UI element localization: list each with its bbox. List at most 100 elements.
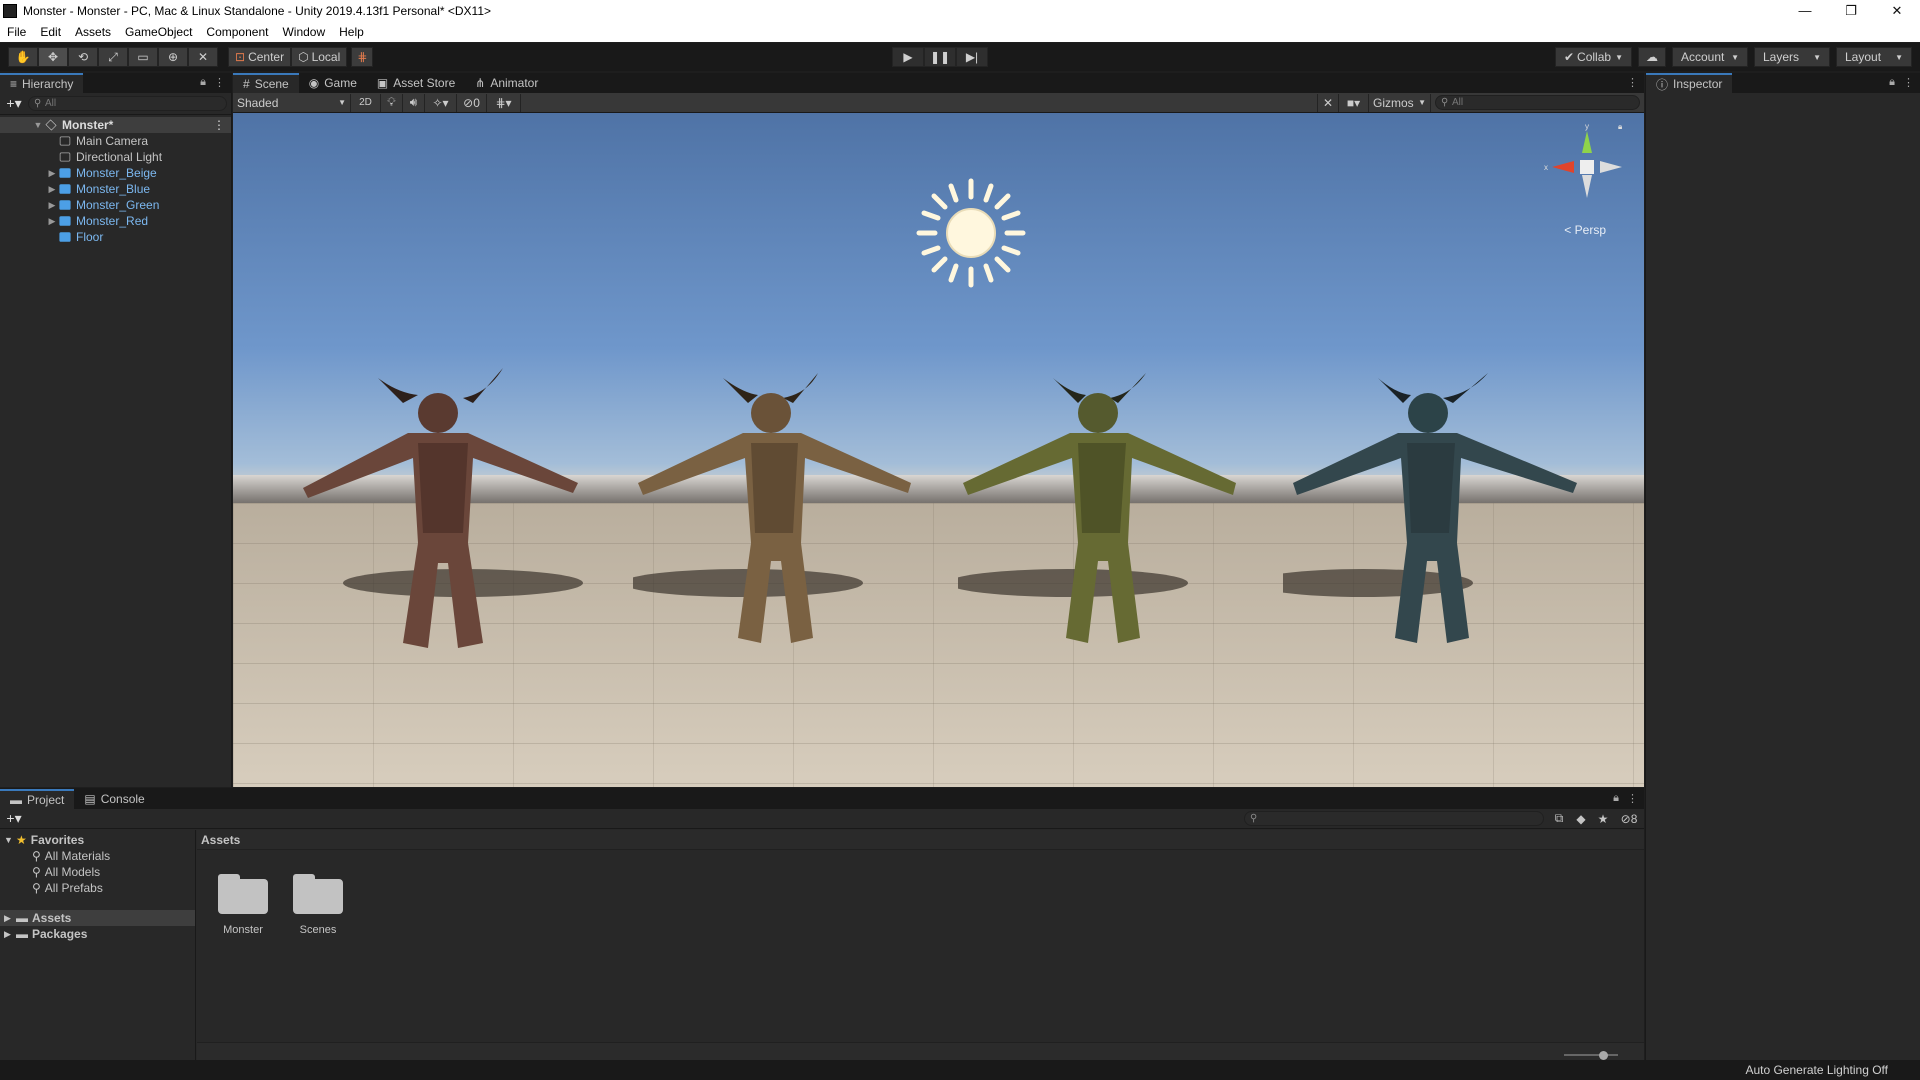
shading-mode-dropdown[interactable]: Shaded ▼ (233, 93, 351, 112)
expand-arrow-icon[interactable]: ▶ (46, 168, 58, 179)
hierarchy-item-monster-green[interactable]: ▶ Monster_Green (0, 197, 231, 213)
orientation-gizmo[interactable]: y x 🔒︎ (1542, 123, 1632, 233)
lock-icon[interactable]: 🔒︎ (1889, 76, 1895, 89)
layers-dropdown[interactable]: Layers ▼ (1754, 47, 1830, 67)
create-asset-dropdown[interactable]: +▾ (0, 810, 28, 827)
tab-console[interactable]: ▤ Console (74, 789, 154, 809)
favorites-star-icon[interactable]: ★ (1592, 812, 1614, 826)
search-by-label-icon[interactable]: ◆ (1570, 812, 1592, 826)
menu-gameobject[interactable]: GameObject (118, 25, 199, 39)
tab-asset-store[interactable]: ▣ Asset Store (367, 73, 465, 93)
camera-settings-icon[interactable]: ■▾ (1339, 93, 1369, 112)
grid-snap-icon[interactable]: ⋕ (351, 47, 374, 67)
close-button[interactable]: ✕ (1874, 0, 1920, 22)
hierarchy-search-input[interactable]: All (28, 96, 227, 111)
expand-arrow-icon[interactable]: ▶ (4, 913, 16, 924)
tab-game[interactable]: ◉ Game (299, 73, 367, 93)
account-dropdown[interactable]: Account ▼ (1672, 47, 1748, 67)
hierarchy-item-monster-blue[interactable]: ▶ Monster_Blue (0, 181, 231, 197)
lock-icon[interactable]: 🔒︎ (1613, 792, 1619, 805)
hierarchy-item-directional-light[interactable]: Directional Light (0, 149, 231, 165)
favorites-row[interactable]: ▼ ★ Favorites (0, 832, 195, 848)
step-button-icon[interactable]: ▶| (956, 47, 988, 67)
scene-root-row[interactable]: ▼ Monster* ⋮ (0, 117, 231, 133)
monster-blue-model[interactable] (1283, 333, 1583, 673)
collab-button[interactable]: ✔ Collab ▼ (1554, 47, 1632, 67)
folder-assets[interactable]: ▶ ▬ Assets (0, 910, 195, 926)
expand-arrow-icon[interactable]: ▶ (46, 184, 58, 195)
scale-tool-icon[interactable]: ⤢ (98, 47, 128, 67)
pivot-local-button[interactable]: ⬡ Local (291, 47, 348, 67)
menu-window[interactable]: Window (275, 25, 332, 39)
rect-tool-icon[interactable]: ▭ (128, 47, 158, 67)
expand-arrow-icon[interactable]: ▶ (46, 200, 58, 211)
hierarchy-item-main-camera[interactable]: Main Camera (0, 133, 231, 149)
perspective-toggle[interactable]: < Persp (1564, 223, 1606, 237)
hierarchy-item-floor[interactable]: Floor (0, 229, 231, 245)
gizmo-lock-icon[interactable]: 🔒︎ (1618, 123, 1622, 131)
tab-project[interactable]: ▬ Project (0, 789, 75, 809)
hidden-packages-toggle[interactable]: ⊘8 (1614, 812, 1644, 826)
hierarchy-item-monster-red[interactable]: ▶ Monster_Red (0, 213, 231, 229)
layout-dropdown[interactable]: Layout ▼ (1836, 47, 1912, 67)
directional-light-icon[interactable] (911, 173, 1031, 293)
expand-arrow-icon[interactable]: ▼ (4, 835, 16, 845)
scene-viewport[interactable]: y x 🔒︎ < Persp (233, 113, 1644, 787)
minimize-button[interactable]: — (1782, 0, 1828, 22)
hand-tool-icon[interactable]: ✋ (8, 47, 38, 67)
lighting-status[interactable]: Auto Generate Lighting Off (1745, 1063, 1888, 1077)
move-tool-icon[interactable]: ✥ (38, 47, 68, 67)
expand-arrow-icon[interactable]: ▶ (4, 929, 16, 940)
grid-toggle-icon[interactable]: ⋕▾ (487, 93, 521, 112)
monster-green-model[interactable] (958, 333, 1238, 673)
tab-animator[interactable]: ⋔ Animator (465, 73, 548, 93)
kebab-menu-icon[interactable]: ⋮ (214, 76, 225, 89)
menu-component[interactable]: Component (199, 25, 275, 39)
tab-inspector[interactable]: ⓘ Inspector (1646, 73, 1733, 93)
search-by-type-icon[interactable]: ⧉ (1548, 811, 1570, 826)
audio-toggle-icon[interactable]: 🔊︎ (403, 93, 425, 112)
monster-red-model[interactable] (303, 333, 583, 673)
menu-edit[interactable]: Edit (33, 25, 68, 39)
favorite-all-prefabs[interactable]: ⚲ All Prefabs (0, 880, 195, 896)
scene-search-input[interactable]: All (1435, 95, 1640, 110)
kebab-menu-icon[interactable]: ⋮ (1627, 792, 1638, 805)
kebab-menu-icon[interactable]: ⋮ (1903, 76, 1914, 89)
play-button-icon[interactable]: ▶ (892, 47, 924, 67)
create-dropdown-button[interactable]: +▾ (0, 95, 28, 112)
gizmos-dropdown[interactable]: Gizmos ▼ (1369, 93, 1431, 112)
cloud-button-icon[interactable]: ☁ (1638, 47, 1666, 67)
kebab-menu-icon[interactable]: ⋮ (213, 118, 225, 132)
menu-assets[interactable]: Assets (68, 25, 118, 39)
favorite-all-models[interactable]: ⚲ All Models (0, 864, 195, 880)
expand-arrow-icon[interactable]: ▼ (32, 120, 44, 130)
asset-folder-monster[interactable]: Monster (213, 874, 273, 936)
favorite-all-materials[interactable]: ⚲ All Materials (0, 848, 195, 864)
effects-toggle-icon[interactable]: ✧▾ (425, 93, 457, 112)
icon-size-slider-thumb[interactable] (1599, 1051, 1608, 1060)
hierarchy-item-monster-beige[interactable]: ▶ Monster_Beige (0, 165, 231, 181)
hidden-objects-toggle[interactable]: ⊘ 0 (457, 93, 487, 112)
menu-file[interactable]: File (0, 25, 33, 39)
kebab-menu-icon[interactable]: ⋮ (1627, 76, 1638, 89)
pivot-center-button[interactable]: ⊡ Center (228, 47, 292, 67)
tab-hierarchy[interactable]: ≡ Hierarchy (0, 73, 84, 93)
lighting-toggle-icon[interactable]: 💡︎ (381, 93, 403, 112)
project-search-input[interactable] (1244, 811, 1544, 826)
lock-icon[interactable]: 🔒︎ (200, 76, 206, 89)
expand-arrow-icon[interactable]: ▶ (46, 216, 58, 227)
transform-tool-icon[interactable]: ⊕ (158, 47, 188, 67)
breadcrumb[interactable]: Assets (197, 830, 1644, 850)
restore-button[interactable]: ❐ (1828, 0, 1874, 22)
custom-tool-icon[interactable]: ✕ (188, 47, 218, 67)
tab-scene[interactable]: # Scene (233, 73, 299, 93)
rotate-tool-icon[interactable]: ⟲ (68, 47, 98, 67)
asset-folder-scenes[interactable]: Scenes (288, 874, 348, 936)
tools-icon[interactable]: ✕ (1317, 93, 1339, 112)
menu-help[interactable]: Help (332, 25, 371, 39)
pause-button-icon[interactable]: ❚❚ (924, 47, 956, 67)
monster-beige-model[interactable] (633, 333, 913, 673)
icon-size-slider[interactable] (1564, 1054, 1618, 1056)
toggle-2d-button[interactable]: 2D (351, 93, 381, 112)
folder-packages[interactable]: ▶ ▬ Packages (0, 926, 195, 942)
